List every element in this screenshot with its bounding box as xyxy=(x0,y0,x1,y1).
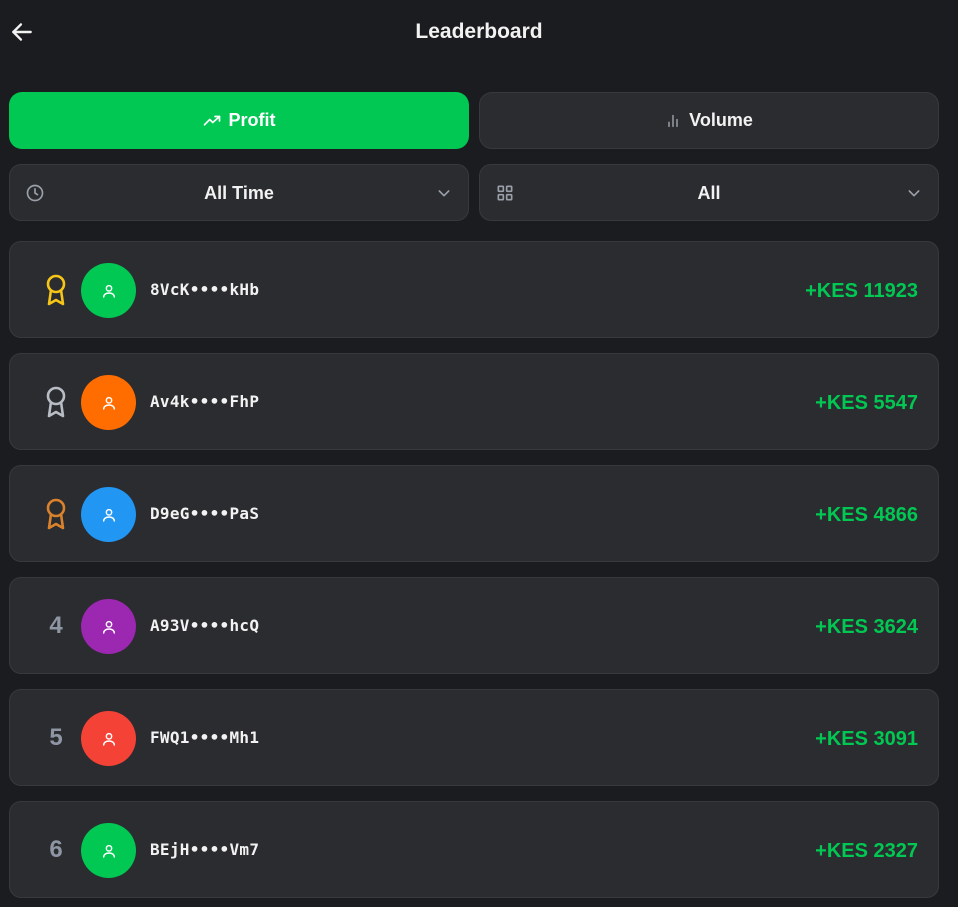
profit-amount: +KES 3624 xyxy=(815,616,918,638)
page-title: Leaderboard xyxy=(415,20,543,43)
silver-medal-icon xyxy=(46,386,66,418)
leaderboard-row[interactable]: 4 A93V••••hcQ +KES 3624 xyxy=(9,577,939,674)
rank-medal xyxy=(40,272,72,308)
app-header: Leaderboard xyxy=(0,0,958,66)
username: FWQ1••••Mh1 xyxy=(150,728,260,747)
user-icon xyxy=(102,508,115,522)
user-icon xyxy=(102,396,115,410)
bronze-medal-icon xyxy=(46,498,66,530)
rank-number: 5 xyxy=(40,720,72,756)
user-icon xyxy=(102,732,115,746)
rank-number-text: 4 xyxy=(49,612,63,639)
avatar xyxy=(81,711,136,766)
avatar xyxy=(81,599,136,654)
rank-number-text: 6 xyxy=(49,836,63,863)
tab-volume[interactable]: Volume xyxy=(479,92,939,149)
category-filter-dropdown[interactable]: All xyxy=(479,164,939,221)
avatar xyxy=(81,375,136,430)
bar-chart-icon xyxy=(668,114,678,127)
filters-row: All Time All xyxy=(9,164,939,221)
user-icon xyxy=(102,284,115,298)
user-icon xyxy=(102,620,115,634)
avatar xyxy=(81,263,136,318)
leaderboard-row[interactable]: 8VcK••••kHb +KES 11923 xyxy=(9,241,939,338)
category-filter-label: All xyxy=(697,183,721,203)
time-filter-dropdown[interactable]: All Time xyxy=(9,164,469,221)
username: BEjH••••Vm7 xyxy=(150,840,260,859)
chevron-down-icon xyxy=(908,190,920,197)
rank-medal xyxy=(40,496,72,532)
avatar xyxy=(81,823,136,878)
username: D9eG••••PaS xyxy=(150,504,260,523)
tab-profit-label: Profit xyxy=(228,110,276,130)
rank-medal xyxy=(40,384,72,420)
trending-up-icon xyxy=(203,115,220,126)
tab-volume-label: Volume xyxy=(689,110,753,130)
user-icon xyxy=(102,844,115,858)
leaderboard-row[interactable]: Av4k••••FhP +KES 5547 xyxy=(9,353,939,450)
chevron-down-icon xyxy=(438,190,450,197)
leaderboard-row[interactable]: 5 FWQ1••••Mh1 +KES 3091 xyxy=(9,689,939,786)
rank-number-text: 5 xyxy=(49,724,63,751)
leaderboard-row[interactable]: 6 BEjH••••Vm7 +KES 2327 xyxy=(9,801,939,898)
time-filter-label: All Time xyxy=(204,183,274,203)
username: A93V••••hcQ xyxy=(150,616,260,635)
leaderboard-row[interactable]: D9eG••••PaS +KES 4866 xyxy=(9,465,939,562)
username: 8VcK••••kHb xyxy=(150,280,260,299)
avatar xyxy=(81,487,136,542)
username: Av4k••••FhP xyxy=(150,392,260,411)
metric-tabs: Profit Volume xyxy=(9,92,939,149)
profit-amount: +KES 5547 xyxy=(815,392,918,414)
gold-medal-icon xyxy=(46,274,66,306)
profit-amount: +KES 2327 xyxy=(815,840,918,862)
rank-number: 6 xyxy=(40,832,72,868)
profit-amount: +KES 4866 xyxy=(815,504,918,526)
profit-amount: +KES 11923 xyxy=(805,280,918,302)
profit-amount: +KES 3091 xyxy=(815,728,918,750)
rank-number: 4 xyxy=(40,608,72,644)
tab-profit[interactable]: Profit xyxy=(9,92,469,149)
